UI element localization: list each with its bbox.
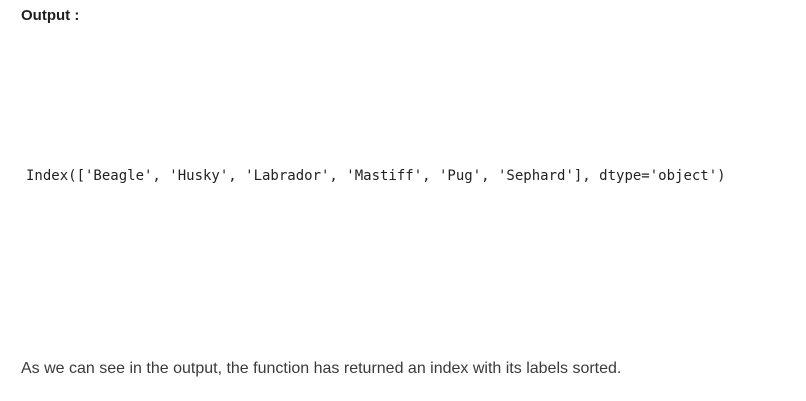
code-output-block: Index(['Beagle', 'Husky', 'Labrador', 'M… <box>26 168 726 184</box>
explanation-paragraph: As we can see in the output, the functio… <box>21 360 622 377</box>
output-heading: Output : <box>21 7 80 24</box>
